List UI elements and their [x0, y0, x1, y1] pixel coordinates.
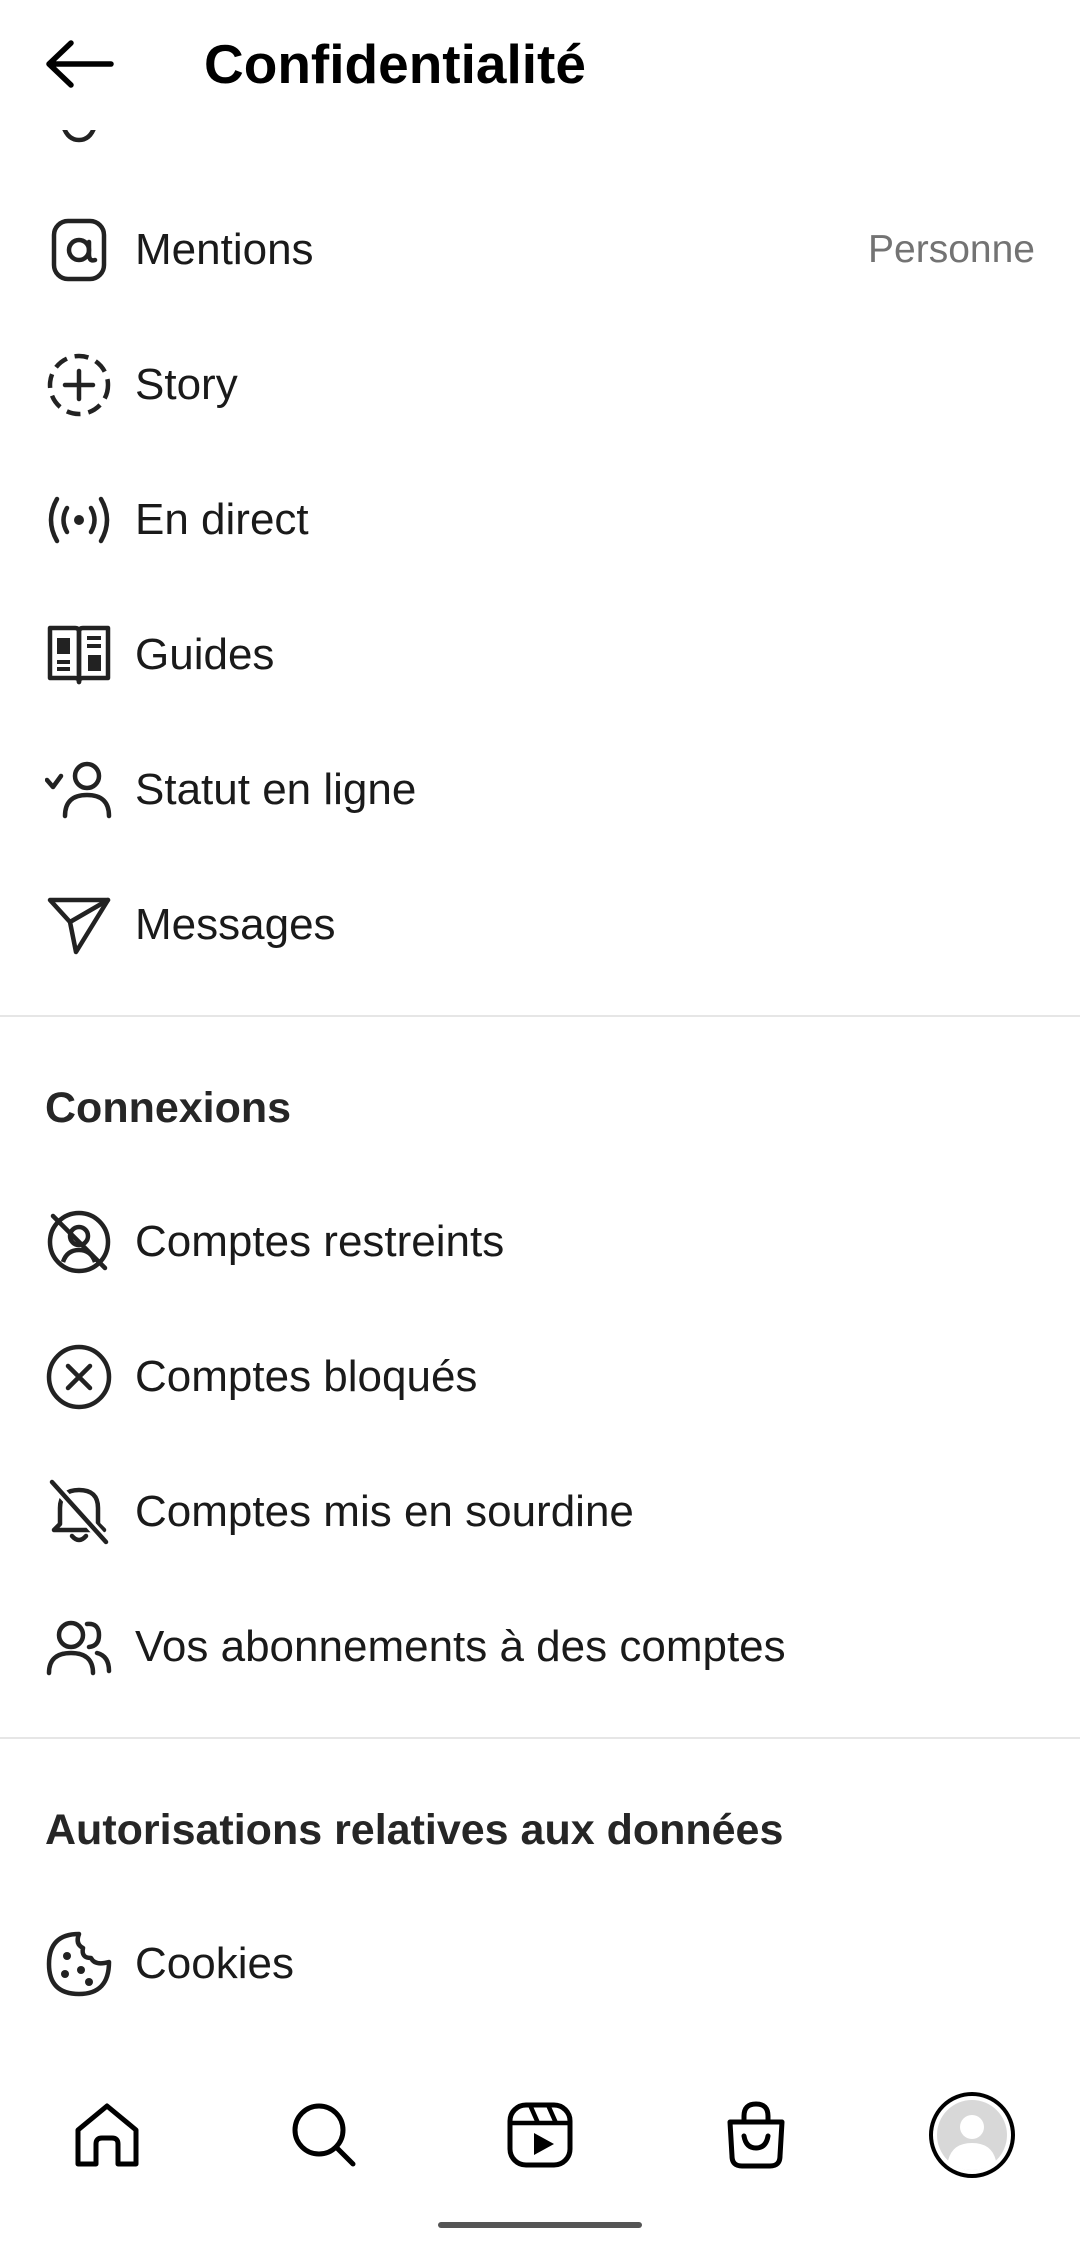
home-indicator[interactable] — [438, 2222, 642, 2228]
row-live[interactable]: En direct — [0, 452, 1080, 587]
back-button[interactable] — [34, 26, 126, 102]
blocked-icon — [45, 1343, 113, 1411]
page-title: Confidentialité — [204, 33, 586, 95]
row-label: Mentions — [135, 224, 314, 274]
row-blocked-accounts[interactable]: Comptes bloqués — [0, 1309, 1080, 1444]
section-divider — [0, 1015, 1080, 1017]
row-online-status[interactable]: Statut en ligne — [0, 722, 1080, 857]
row-muted-accounts[interactable]: Comptes mis en sourdine — [0, 1444, 1080, 1579]
app-header: Confidentialité — [0, 0, 1080, 130]
shop-bag-icon — [724, 2100, 788, 2170]
row-label: Messages — [135, 899, 336, 949]
connections-list: Comptes restreints Comptes bloqués Compt… — [0, 1174, 1080, 1714]
at-sign-icon — [45, 216, 113, 284]
row-label: Comptes bloqués — [135, 1351, 478, 1401]
row-label: Statut en ligne — [135, 764, 417, 814]
nav-shop[interactable] — [701, 2080, 811, 2190]
privacy-settings-page: Confidentialité Mentions Personne Story … — [0, 0, 1080, 2246]
interactions-list: Mentions Personne Story En direct Guides… — [0, 182, 1080, 992]
arrow-left-icon — [45, 39, 115, 89]
row-story[interactable]: Story — [0, 317, 1080, 452]
section-title-connections: Connexions — [45, 1084, 292, 1132]
row-label: Comptes mis en sourdine — [135, 1486, 634, 1536]
user-check-icon — [45, 756, 113, 824]
row-label: Cookies — [135, 1938, 294, 1988]
row-mentions[interactable]: Mentions Personne — [0, 182, 1080, 317]
section-divider — [0, 1737, 1080, 1739]
section-title-data-permissions: Autorisations relatives aux données — [45, 1806, 784, 1854]
nav-home[interactable] — [52, 2080, 162, 2190]
search-icon — [289, 2100, 359, 2170]
cookie-icon — [45, 1930, 113, 1998]
row-label: En direct — [135, 494, 309, 544]
home-icon — [72, 2100, 142, 2170]
bottom-navigation — [0, 2060, 1080, 2210]
row-restricted-accounts[interactable]: Comptes restreints — [0, 1174, 1080, 1309]
nav-profile[interactable] — [917, 2080, 1027, 2190]
avatar-icon — [928, 2091, 1016, 2179]
row-cookies[interactable]: Cookies — [0, 1896, 1080, 2031]
nav-search[interactable] — [269, 2080, 379, 2190]
live-broadcast-icon — [45, 486, 113, 554]
restricted-icon — [45, 1208, 113, 1276]
row-label: Story — [135, 359, 238, 409]
users-icon — [45, 1613, 113, 1681]
paper-plane-icon — [45, 891, 113, 959]
data-permissions-list: Cookies — [0, 1896, 1080, 2031]
row-label: Comptes restreints — [135, 1216, 505, 1266]
row-following-accounts[interactable]: Vos abonnements à des comptes — [0, 1579, 1080, 1714]
guide-book-icon — [45, 621, 113, 689]
nav-reels[interactable] — [485, 2080, 595, 2190]
row-label: Vos abonnements à des comptes — [135, 1621, 786, 1671]
row-messages[interactable]: Messages — [0, 857, 1080, 992]
bell-off-icon — [45, 1478, 113, 1546]
row-guides[interactable]: Guides — [0, 587, 1080, 722]
row-label: Guides — [135, 629, 275, 679]
story-add-icon — [45, 351, 113, 419]
reels-icon — [506, 2101, 574, 2169]
row-value: Personne — [868, 227, 1035, 271]
